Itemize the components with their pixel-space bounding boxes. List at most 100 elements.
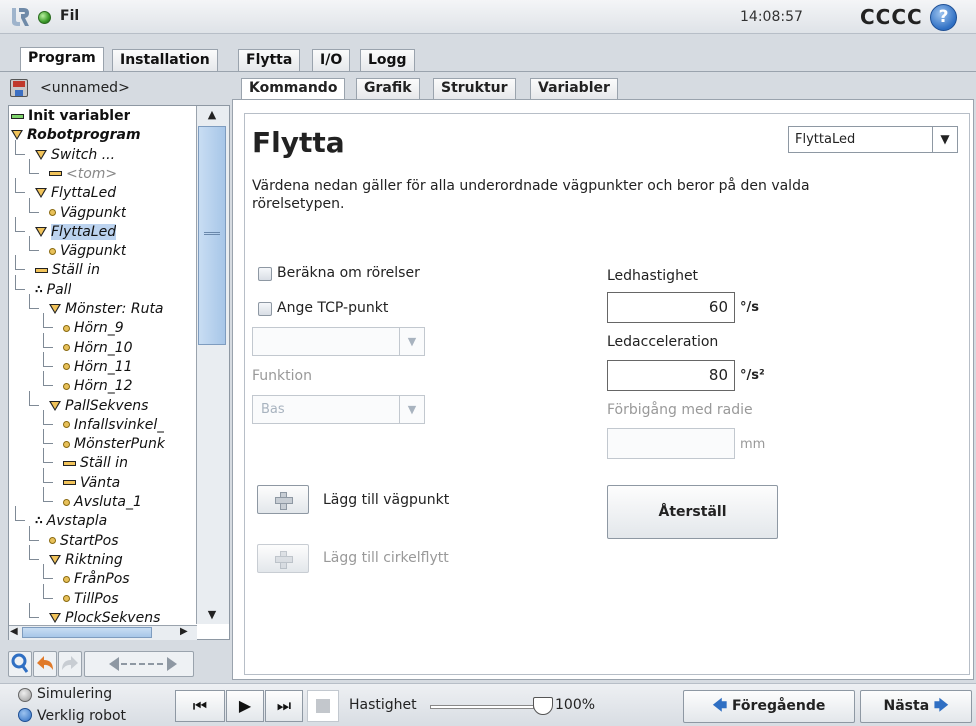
tab-variabler[interactable]: Variabler (530, 78, 618, 99)
tcp-checkbox[interactable] (258, 302, 272, 316)
variables-icon (11, 113, 24, 119)
tab-program[interactable]: Program (20, 47, 104, 72)
tree-node[interactable]: Init variabler (11, 107, 130, 125)
tcp-select[interactable]: ▼ (252, 327, 425, 356)
tree-node[interactable]: StartPos (49, 532, 119, 550)
command-icon (63, 480, 76, 486)
waypoint-icon (63, 382, 70, 390)
joint-accel-unit: °/s² (740, 368, 765, 383)
skip-to-start-icon[interactable]: ⏮ (175, 690, 225, 722)
recalc-checkbox[interactable] (258, 267, 272, 281)
tree-connector (15, 216, 25, 232)
tree-node[interactable]: Hörn_11 (63, 358, 133, 376)
tree-node[interactable]: PallSekvens (49, 397, 148, 415)
tree-node[interactable]: <tom> (49, 165, 117, 183)
scroll-thumb[interactable] (198, 126, 226, 345)
feature-label: Funktion (252, 368, 312, 384)
play-icon[interactable]: ▶ (226, 690, 264, 722)
status-indicator-icon (38, 11, 51, 24)
tree-node[interactable]: Mönster: Ruta (49, 300, 164, 318)
tab-flytta[interactable]: Flytta (238, 49, 301, 71)
next-button[interactable]: Nästa 🡆 (860, 690, 972, 723)
tree-node[interactable]: Vänta (63, 474, 120, 492)
tree-connector (43, 467, 53, 483)
add-circle-move-label[interactable]: Lägg till cirkelflytt (323, 550, 449, 566)
tree-connector (43, 371, 53, 387)
tree-node-label: Riktning (65, 551, 123, 568)
tree-node[interactable]: Infallsvinkel_ (63, 416, 164, 434)
tree-node[interactable]: FlyttaLed (35, 184, 116, 202)
tree-node-label: Ställ in (52, 262, 100, 279)
tab-logg[interactable]: Logg (360, 49, 415, 71)
tree-connector (43, 351, 53, 367)
waypoint-icon (63, 421, 70, 429)
tab-struktur[interactable]: Struktur (433, 78, 516, 99)
stop-icon[interactable] (307, 690, 339, 722)
scroll-left-icon[interactable]: ◀ (10, 626, 18, 637)
tree-node[interactable]: Vägpunkt (49, 242, 126, 260)
move-node-icon[interactable] (84, 651, 194, 677)
tree-node[interactable]: Avsluta_1 (63, 493, 142, 511)
waypoint-icon (49, 209, 56, 216)
real-robot-radio[interactable] (18, 708, 32, 722)
speed-slider[interactable] (430, 705, 534, 709)
tab-installation[interactable]: Installation (112, 49, 218, 71)
save-icon[interactable] (10, 79, 28, 97)
simulation-label: Simulering (37, 686, 113, 702)
tree-node[interactable]: Hörn_12 (63, 377, 133, 395)
reset-button[interactable]: Återställ (607, 485, 778, 539)
scroll-up-icon[interactable]: ▲ (198, 108, 226, 126)
tree-node[interactable]: Hörn_10 (63, 339, 133, 357)
tree-node[interactable]: FlyttaLed (35, 223, 117, 241)
previous-button[interactable]: 🡄 Föregående (683, 690, 855, 723)
arrow-right-icon: 🡆 (934, 698, 949, 714)
chevron-down-icon: ▼ (399, 396, 424, 423)
undo-icon[interactable] (33, 651, 57, 677)
redo-icon[interactable] (58, 651, 82, 677)
tree-node[interactable]: Riktning (49, 551, 123, 569)
scroll-right-icon[interactable]: ▶ (180, 626, 188, 637)
tree-connector (29, 544, 39, 560)
ur-logo-icon (12, 8, 29, 26)
tree-node[interactable]: TillPos (63, 590, 119, 608)
tab-grafik[interactable]: Grafik (356, 78, 420, 99)
chevron-down-icon[interactable]: ▼ (932, 127, 957, 152)
add-circle-move-button[interactable] (257, 544, 309, 573)
tree-node[interactable]: Hörn_9 (63, 319, 124, 337)
tree-node[interactable]: Robotprogram (11, 126, 141, 144)
tree-node[interactable]: ∴ Avstapla (35, 512, 107, 530)
scroll-down-icon[interactable]: ▼ (198, 608, 226, 624)
joint-accel-input[interactable]: 80 (607, 360, 735, 391)
tab-kommando[interactable]: Kommando (241, 78, 346, 101)
add-waypoint-label[interactable]: Lägg till vägpunkt (323, 492, 449, 508)
joint-speed-input[interactable]: 60 (607, 292, 735, 323)
simulation-radio[interactable] (18, 688, 32, 702)
tree-node-label: FlyttaLed (51, 185, 117, 202)
tree-node-label: StartPos (60, 532, 119, 549)
tree-node-label: Switch ... (51, 146, 116, 163)
tree-node[interactable]: ∴ Pall (35, 281, 71, 299)
clock: 14:08:57 (740, 9, 803, 25)
tree-connector (43, 564, 53, 580)
tree-node-label: Hörn_10 (74, 339, 133, 356)
tree-node[interactable]: Ställ in (35, 261, 100, 279)
blend-radius-input[interactable] (607, 428, 735, 459)
tree-connector (29, 158, 39, 174)
help-icon[interactable]: ? (930, 4, 957, 31)
waypoint-icon (63, 575, 70, 583)
feature-select[interactable]: Bas ▼ (252, 395, 425, 424)
tree-connector (43, 487, 53, 502)
tree-node[interactable]: MönsterPunk (63, 435, 165, 453)
add-waypoint-button[interactable] (257, 485, 309, 514)
tab-io[interactable]: I/O (312, 49, 351, 71)
search-icon[interactable] (8, 651, 32, 677)
step-icon[interactable]: ⏭ (265, 690, 303, 722)
waypoint-icon (49, 537, 56, 545)
tree-node-label: <tom> (66, 165, 118, 182)
hscroll-thumb[interactable] (22, 627, 152, 638)
tree-node[interactable]: Switch ... (35, 146, 115, 164)
tree-node[interactable]: FrånPos (63, 570, 130, 588)
tree-node[interactable]: Ställ in (63, 454, 128, 472)
tree-node[interactable]: Vägpunkt (49, 204, 126, 222)
file-menu[interactable]: Fil (60, 8, 79, 24)
